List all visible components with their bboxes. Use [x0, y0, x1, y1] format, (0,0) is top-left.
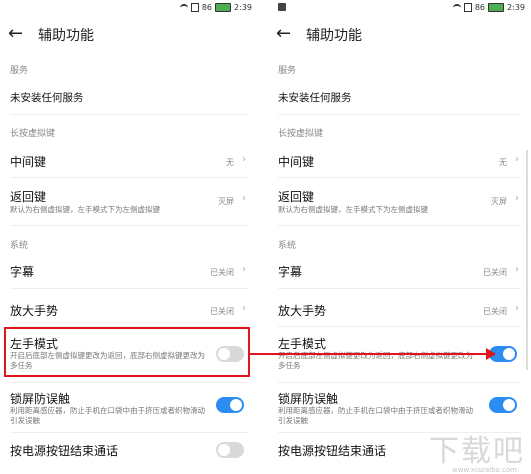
app-header: ← 辅助功能: [268, 16, 531, 52]
screen-before: 86 2:39 ← 辅助功能 服务 未安装任何服务 长按虚拟键 中间键 无 › …: [0, 0, 258, 474]
captions-value: 已关闭: [210, 268, 234, 277]
divider: [278, 288, 521, 289]
magnify-value: 已关闭: [483, 307, 507, 316]
magnify-label[interactable]: 放大手势: [278, 302, 326, 319]
arrow-head-icon: [486, 348, 496, 360]
chevron-right-icon: ›: [242, 264, 246, 275]
screen-lock-label[interactable]: 锁屏防误触: [10, 390, 70, 407]
watermark-logo: 下载吧: [429, 434, 525, 469]
battery-icon: [215, 3, 232, 12]
screen-after: 86 2:39 ← 辅助功能 服务 未安装任何服务 长按虚拟键 中间键 无 › …: [268, 0, 531, 474]
toggle-knob: [503, 399, 515, 411]
divider: [10, 114, 248, 115]
sim-icon: [190, 3, 199, 12]
battery-level: 86: [201, 3, 213, 12]
screen-lock-desc: 利用距离感应器，防止手机在口袋中由于挤压或者织物滑动引发误触: [278, 406, 473, 425]
notification-icon: [278, 3, 286, 11]
back-key-value: 灭屏: [491, 197, 507, 206]
back-arrow-icon[interactable]: ←: [276, 24, 296, 44]
divider: [10, 177, 248, 178]
section-services: 服务: [278, 66, 297, 76]
chevron-right-icon: ›: [242, 303, 246, 314]
watermark-url: www.xiazaiba.com: [452, 466, 517, 474]
chevron-right-icon: ›: [515, 154, 519, 165]
captions-label[interactable]: 字幕: [10, 263, 34, 280]
screen-lock-label[interactable]: 锁屏防误触: [278, 390, 338, 407]
magnify-value: 已关闭: [210, 307, 234, 316]
section-longpress: 长按虚拟键: [278, 129, 324, 139]
page-title: 辅助功能: [38, 28, 94, 44]
arrow-line: [250, 353, 488, 355]
wifi-icon: [452, 3, 461, 12]
chevron-right-icon: ›: [242, 193, 246, 204]
divider: [10, 225, 248, 226]
middle-key-value: 无: [226, 158, 234, 167]
section-services: 服务: [10, 66, 29, 76]
status-bar: 86 2:39: [268, 0, 531, 16]
screen-lock-toggle[interactable]: [216, 397, 244, 413]
captions-label[interactable]: 字幕: [278, 263, 302, 280]
divider: [10, 432, 248, 433]
back-key-desc: 默认为右侧虚拟键，左手模式下为左侧虚拟键: [10, 205, 160, 214]
toggle-knob: [503, 348, 515, 360]
back-key-label[interactable]: 返回键: [10, 188, 46, 205]
screen-lock-toggle[interactable]: [489, 397, 517, 413]
middle-key-label[interactable]: 中间键: [10, 153, 46, 170]
back-key-desc: 默认为右侧虚拟键，左手模式下为左侧虚拟键: [278, 205, 428, 214]
divider: [10, 382, 248, 383]
scrollbar[interactable]: [526, 150, 528, 370]
sim-icon: [463, 3, 472, 12]
divider: [278, 177, 521, 178]
screen-lock-desc: 利用距离感应器，防止手机在口袋中由于挤压或者织物滑动引发误触: [10, 406, 205, 425]
divider: [278, 225, 521, 226]
middle-key-value: 无: [499, 158, 507, 167]
chevron-right-icon: ›: [515, 193, 519, 204]
middle-key-label[interactable]: 中间键: [278, 153, 314, 170]
back-key-label[interactable]: 返回键: [278, 188, 314, 205]
power-end-label[interactable]: 按电源按钮结束通话: [278, 442, 386, 459]
chevron-right-icon: ›: [515, 264, 519, 275]
divider: [278, 326, 521, 327]
wifi-icon: [179, 3, 188, 12]
toggle-knob: [230, 399, 242, 411]
section-longpress: 长按虚拟键: [10, 129, 56, 139]
highlight-box: [4, 327, 250, 377]
chevron-right-icon: ›: [242, 154, 246, 165]
section-system: 系统: [10, 241, 29, 251]
divider: [10, 288, 248, 289]
left-hand-label[interactable]: 左手模式: [278, 335, 326, 352]
chevron-right-icon: ›: [515, 303, 519, 314]
power-end-label[interactable]: 按电源按钮结束通话: [10, 442, 118, 459]
status-time: 2:39: [507, 3, 525, 12]
divider: [278, 114, 521, 115]
no-service-text: 未安装任何服务: [10, 92, 84, 104]
status-bar: 86 2:39: [0, 0, 258, 16]
battery-icon: [488, 3, 505, 12]
captions-value: 已关闭: [483, 268, 507, 277]
power-end-toggle[interactable]: [216, 442, 244, 458]
toggle-knob: [218, 444, 230, 456]
no-service-text: 未安装任何服务: [278, 92, 352, 104]
back-key-value: 灭屏: [218, 197, 234, 206]
section-system: 系统: [278, 241, 297, 251]
app-header: ← 辅助功能: [0, 16, 258, 52]
battery-level: 86: [474, 3, 486, 12]
page-title: 辅助功能: [306, 28, 362, 44]
back-arrow-icon[interactable]: ←: [8, 24, 28, 44]
magnify-label[interactable]: 放大手势: [10, 302, 58, 319]
status-time: 2:39: [234, 3, 252, 12]
divider: [278, 382, 521, 383]
